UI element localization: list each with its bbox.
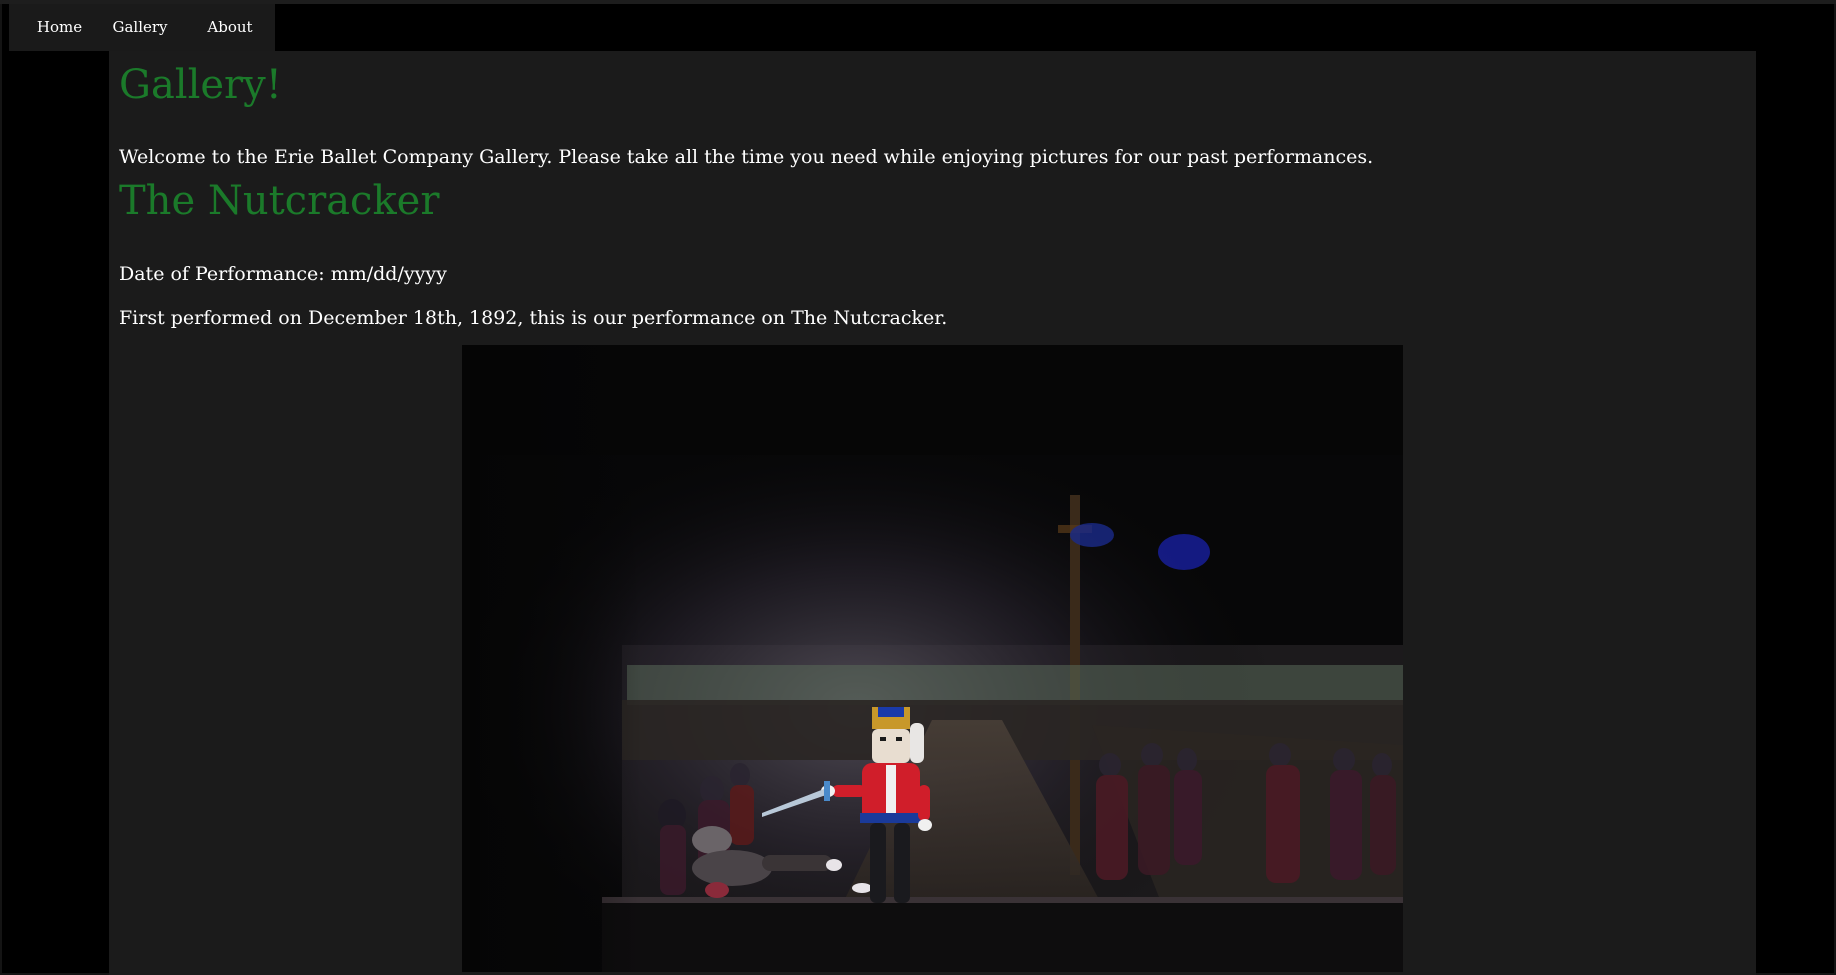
- welcome-text: Welcome to the Erie Ballet Company Galle…: [119, 146, 1374, 168]
- top-border: [0, 0, 1836, 4]
- performance-photo: [462, 345, 1403, 972]
- content-panel: Gallery! Welcome to the Erie Ballet Comp…: [109, 51, 1756, 975]
- main-nav: Home Gallery About: [9, 4, 275, 51]
- nav-link-home[interactable]: Home: [9, 4, 95, 51]
- nav-link-gallery[interactable]: Gallery: [95, 4, 185, 51]
- browser-viewport: Home Gallery About Gallery! Welcome to t…: [0, 0, 1836, 975]
- page-title: Gallery!: [119, 62, 282, 108]
- performance-description: First performed on December 18th, 1892, …: [119, 307, 948, 329]
- nutcracker-stage-photo: [462, 345, 1403, 972]
- nav-link-about[interactable]: About: [185, 4, 275, 51]
- performance-title: The Nutcracker: [119, 178, 440, 224]
- performance-date: Date of Performance: mm/dd/yyyy: [119, 263, 447, 285]
- left-border: [0, 4, 2, 975]
